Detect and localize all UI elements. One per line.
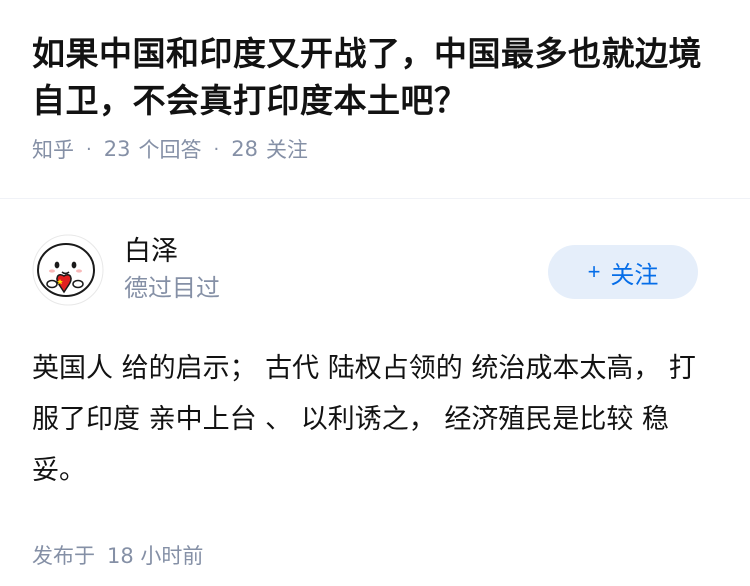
meta-separator: · bbox=[213, 138, 220, 160]
publish-label: 发布于 bbox=[32, 544, 95, 568]
meta-separator: · bbox=[86, 138, 92, 160]
follow-button-label: 关注 bbox=[610, 261, 659, 289]
author-info: 白泽 德过目过 bbox=[124, 235, 220, 305]
publish-time: 18 小时前 bbox=[107, 544, 204, 568]
answer-count: 23 bbox=[103, 137, 131, 161]
answer-content[interactable]: 英国人 给的启示； 古代 陆权占领的 统治成本太高， 打服了印度 亲中上台 、 … bbox=[32, 343, 712, 496]
answer-card: 白泽 德过目过 + 关注 英国人 给的启示； 古代 陆权占领的 统治成本太高， … bbox=[0, 199, 750, 570]
question-header: 如果中国和印度又开战了，中国最多也就边境自卫，不会真打印度本土吧？ 知乎 · 2… bbox=[0, 0, 750, 170]
follow-count-label[interactable]: 关注 bbox=[266, 134, 308, 164]
author-name[interactable]: 白泽 bbox=[124, 235, 220, 269]
question-title[interactable]: 如果中国和印度又开战了，中国最多也就边境自卫，不会真打印度本土吧？ bbox=[32, 30, 718, 124]
avatar[interactable] bbox=[32, 234, 104, 306]
follow-count: 28 bbox=[231, 137, 258, 161]
answer-count-label[interactable]: 个回答 bbox=[138, 134, 201, 164]
plus-icon: + bbox=[587, 259, 601, 284]
follow-button[interactable]: + 关注 bbox=[548, 245, 698, 299]
answer-timestamp: 发布于 18 小时前 bbox=[32, 540, 718, 570]
question-meta: 知乎 · 23 个回答 · 28 关注 bbox=[32, 134, 718, 164]
source-label[interactable]: 知乎 bbox=[32, 134, 74, 164]
author-row: 白泽 德过目过 + 关注 bbox=[32, 234, 718, 306]
author-bio: 德过目过 bbox=[124, 274, 220, 302]
